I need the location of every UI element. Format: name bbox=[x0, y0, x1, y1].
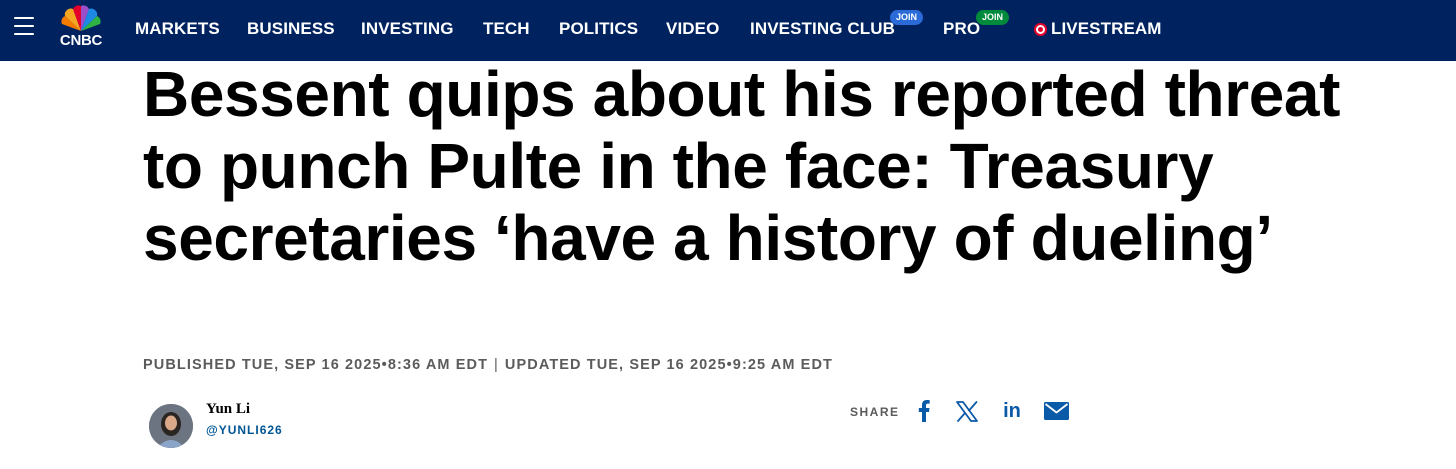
facebook-icon[interactable] bbox=[914, 399, 934, 423]
email-icon[interactable] bbox=[1043, 399, 1069, 423]
nav-item-markets[interactable]: MARKETS bbox=[135, 19, 220, 39]
linkedin-icon[interactable]: in bbox=[999, 399, 1025, 423]
author-name[interactable]: Yun Li bbox=[206, 401, 250, 418]
nav-item-business[interactable]: BUSINESS bbox=[247, 19, 335, 39]
nav-item-politics[interactable]: POLITICS bbox=[559, 19, 638, 39]
nav-item-investing-club[interactable]: INVESTING CLUB bbox=[750, 19, 895, 39]
top-nav-bar: CNBC MARKETS BUSINESS INVESTING TECH POL… bbox=[0, 0, 1456, 61]
article-dateline: PUBLISHED TUE, SEP 16 2025•8:36 AM EDT | U… bbox=[143, 357, 833, 373]
author-avatar[interactable] bbox=[149, 404, 193, 448]
live-record-icon bbox=[1034, 23, 1047, 36]
author-handle[interactable]: @YUNLI626 bbox=[206, 423, 283, 437]
x-icon[interactable] bbox=[955, 399, 979, 423]
published-timestamp: PUBLISHED TUE, SEP 16 2025•8:36 AM EDT bbox=[143, 357, 489, 373]
nav-item-pro[interactable]: PRO bbox=[943, 19, 980, 39]
pro-join-badge[interactable]: JOIN bbox=[976, 10, 1010, 25]
investing-club-join-badge[interactable]: JOIN bbox=[890, 10, 924, 25]
dateline-separator: | bbox=[494, 357, 499, 373]
nav-item-tech[interactable]: TECH bbox=[483, 19, 530, 39]
article-headline: Bessent quips about his reported threat … bbox=[143, 58, 1341, 274]
nav-item-investing[interactable]: INVESTING bbox=[361, 19, 454, 39]
updated-timestamp: UPDATED TUE, SEP 16 2025•9:25 AM EDT bbox=[504, 357, 833, 373]
nav-item-video[interactable]: VIDEO bbox=[666, 19, 719, 39]
nav-item-livestream[interactable]: LIVESTREAM bbox=[1051, 19, 1162, 39]
share-label: SHARE bbox=[850, 405, 900, 419]
linkedin-glyph: in bbox=[1003, 399, 1021, 422]
